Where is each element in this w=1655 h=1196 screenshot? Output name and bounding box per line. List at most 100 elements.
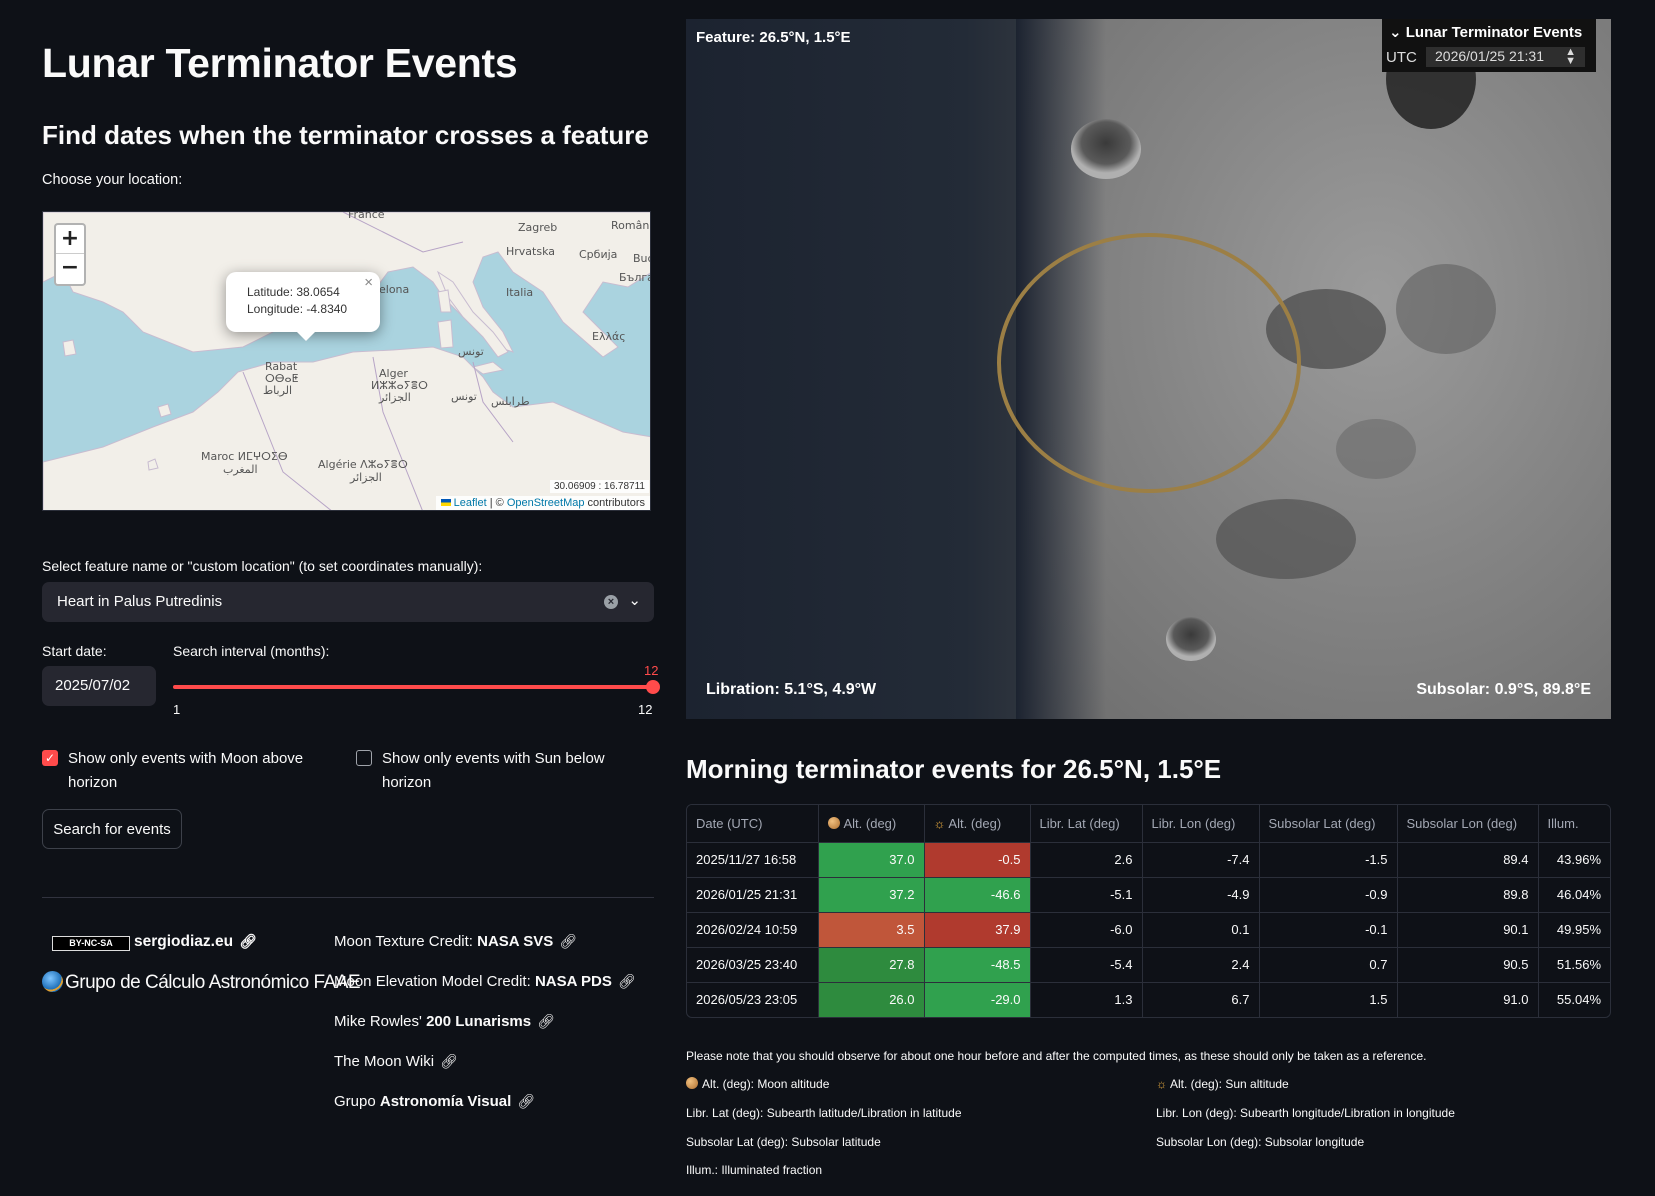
col-libr-lon[interactable]: Libr. Lon (deg) [1142,805,1260,843]
osm-link[interactable]: OpenStreetMap [507,497,585,509]
location-popup: × Latitude: 38.0654 Longitude: -4.8340 [226,272,380,341]
legend-sun-alt-text: Alt. (deg): Sun altitude [1170,1077,1289,1091]
credit-link[interactable]: The Moon Wiki 🔗︎ [334,1053,636,1093]
leaflet-link[interactable]: Leaflet [454,497,487,509]
col-illum[interactable]: Illum. [1538,805,1610,843]
control-title[interactable]: ⌄ Lunar Terminator Events [1389,23,1582,41]
table-cell: 37.0 [818,842,925,878]
credit-link[interactable]: Moon Elevation Model Credit: NASA PDS 🔗︎ [334,973,636,1013]
popup-close-icon[interactable]: × [364,274,373,291]
clear-icon[interactable]: × [604,595,618,609]
table-cell: 91.0 [1397,982,1539,1017]
col-subsolar-lon[interactable]: Subsolar Lon (deg) [1397,805,1539,843]
control-date-input[interactable]: 2026/01/25 21:31 ▲ ▼ [1426,47,1585,67]
control-title-label: Lunar Terminator Events [1405,24,1583,41]
map-label: France [348,211,385,221]
legend-illum: Illum.: Illuminated fraction [686,1163,823,1177]
map-label: Бълга [619,271,651,284]
divider [42,897,654,898]
table-row: 2025/11/27 16:58 37.0 -0.5 2.6 -7.4 -1.5 89.4 4… [687,842,1610,878]
sun-icon: ☼ [933,815,946,831]
table-cell: 2.6 [1030,842,1143,878]
credit-link[interactable]: Mike Rowles' 200 Lunarisms 🔗︎ [334,1013,636,1053]
link-icon: 🔗︎ [239,933,257,949]
col-moon-alt-label: Alt. (deg) [843,815,897,831]
site-link-label: sergiodiaz.eu [134,933,234,950]
events-table: Date (UTC) Alt. (deg) ☼ Alt. (deg) Libr. … [686,804,1611,1018]
map-label: الجزائر [379,391,411,404]
table-cell: 2026/03/25 23:40 [687,947,819,983]
map-label: Hrvatska [506,245,556,258]
interval-label: Search interval (months): [173,643,330,659]
credit-prefix: Grupo [334,1093,380,1110]
start-date-input[interactable]: 2025/07/02 [42,666,156,706]
map-label: تونس [451,390,477,403]
map-label: Србија [579,248,618,261]
feature-select[interactable]: Heart in Palus Putredinis × ⌄ [42,582,654,622]
chevron-down-icon: ⌄ [1389,24,1406,41]
page-title: Lunar Terminator Events [42,40,518,86]
zoom-out-button[interactable]: − [56,254,84,283]
col-subsolar-lat[interactable]: Subsolar Lat (deg) [1259,805,1398,843]
table-cell: 2.4 [1142,947,1260,983]
col-sun-alt[interactable]: ☼ Alt. (deg) [924,805,1031,843]
map-label: Ελλάς [592,330,626,343]
interval-slider-value: 12 [644,663,659,678]
table-cell: -29.0 [924,982,1031,1017]
map-label: Algérie ⴷⵣⴰⵢⴻⵔ [318,458,408,471]
table-cell: 6.7 [1142,982,1260,1017]
moon-surface-features [997,19,1496,719]
map-label: Maroc ⵍⵎⵖⵔⵉⴱ [201,450,288,463]
libration-readout: Libration: 5.1°S, 4.9°W [706,681,877,698]
zoom-in-button[interactable]: + [56,225,84,254]
col-moon-alt[interactable]: Alt. (deg) [818,805,925,843]
table-cell: 90.5 [1397,947,1539,983]
feature-select-value: Heart in Palus Putredinis [57,593,223,610]
moon-above-checkbox[interactable]: ✓ [42,750,58,766]
page-subtitle: Find dates when the terminator crosses a… [42,120,649,150]
faae-logo[interactable]: Grupo de Cálculo Astronómico FAAE [42,971,361,994]
cc-license-badge[interactable]: BY-NC-SA [52,936,130,951]
legend-libr-lat: Libr. Lat (deg): Subearth latitude/Libra… [686,1106,962,1120]
chevron-down-icon[interactable]: ⌄ [628,591,641,609]
moon-above-checkbox-label[interactable]: Show only events with Moon above horizon [68,747,328,795]
location-map[interactable]: + − France Zagreb Români Hrvatska Србија… [42,211,651,511]
credit-prefix: The Moon Wiki [334,1053,435,1070]
feature-select-label: Select feature name or "custom location"… [42,558,483,574]
col-date[interactable]: Date (UTC) [687,805,819,843]
link-icon: 🔗︎ [537,1013,555,1029]
events-title: Morning terminator events for 26.5°N, 1.… [686,754,1222,784]
sun-below-checkbox[interactable] [356,750,372,766]
sun-icon: ☼ [1156,1077,1167,1091]
table-cell: 46.04% [1538,877,1610,913]
spinner-icon[interactable]: ▲ ▼ [1565,47,1576,67]
table-cell: -0.5 [924,842,1031,878]
table-cell: -0.1 [1259,912,1398,948]
link-icon: 🔗︎ [617,973,636,989]
credit-link[interactable]: Grupo Astronomía Visual 🔗︎ [334,1093,636,1133]
control-utc-label: UTC [1386,49,1417,66]
link-icon: 🔗︎ [517,1093,536,1109]
interval-slider-thumb[interactable] [646,680,660,694]
map-label: المغرب [223,463,258,476]
table-cell: 2026/02/24 10:59 [687,912,819,948]
link-icon: 🔗︎ [440,1053,458,1069]
credit-link[interactable]: Moon Texture Credit: NASA SVS 🔗︎ [334,933,636,973]
table-cell: 55.04% [1556,992,1601,1008]
table-cell: 0.7 [1259,947,1398,983]
col-libr-lat[interactable]: Libr. Lat (deg) [1030,805,1143,843]
moon-viewer[interactable]: Feature: 26.5°N, 1.5°E Libration: 5.1°S,… [686,19,1611,719]
map-attribution: Leaflet | © OpenStreetMap contributors [435,496,650,510]
col-sun-alt-label: Alt. (deg) [948,815,1002,831]
legend-subsolar-lon: Subsolar Lon (deg): Subsolar longitude [1156,1135,1365,1149]
search-events-button[interactable]: Search for events [42,809,182,849]
interval-slider-track[interactable] [173,685,654,689]
map-label: تونس [458,345,484,358]
map-coordinates: 30.06909 : 16.78711 [549,480,649,493]
sun-below-checkbox-label[interactable]: Show only events with Sun below horizon [382,747,642,795]
map-label: Români [611,219,651,232]
credit-bold: 200 Lunarisms [426,1013,532,1030]
legend-subsolar-lat: Subsolar Lat (deg): Subsolar latitude [686,1135,881,1149]
events-table-body: 2025/11/27 16:58 37.0 -0.5 2.6 -7.4 -1.5 89.4 4… [687,842,1610,1017]
site-link[interactable]: sergiodiaz.eu 🔗︎ [134,933,257,951]
